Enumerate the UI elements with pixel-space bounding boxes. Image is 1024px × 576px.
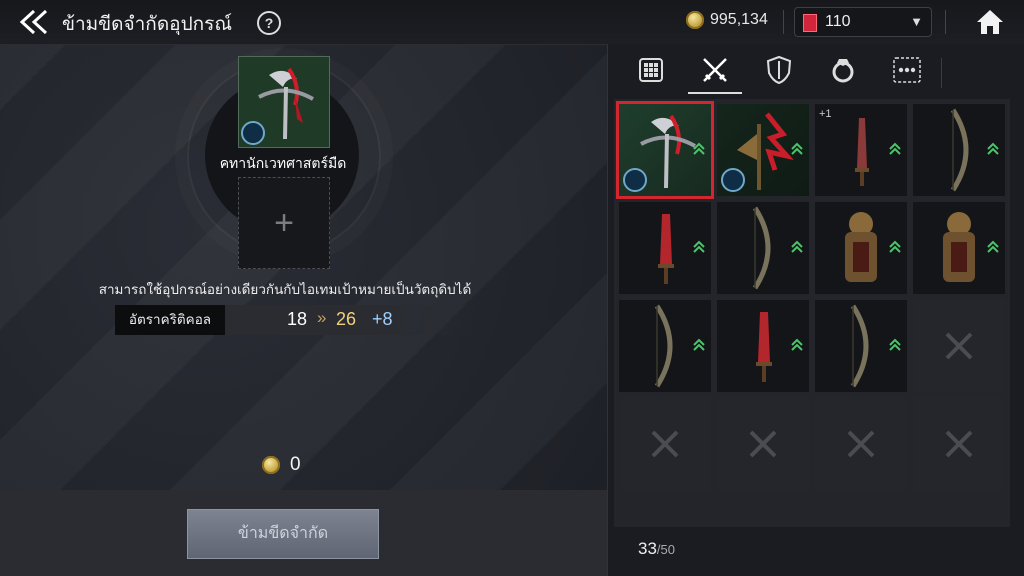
empty-weapon-slot — [815, 398, 907, 490]
crossed-swords-placeholder-icon — [945, 332, 973, 360]
tab-weapons[interactable] — [688, 48, 742, 94]
upgrade-arrow-icon — [791, 338, 803, 351]
home-icon — [977, 10, 1003, 34]
upgrade-arrow-icon — [693, 338, 705, 351]
inventory-item-sword[interactable]: +1 — [815, 104, 907, 196]
gold-coin-icon — [262, 456, 280, 474]
stat-increase: +8 — [372, 309, 393, 329]
crossed-swords-placeholder-icon — [651, 430, 679, 458]
stat-arrow-icon: » — [317, 308, 327, 327]
upgrade-arrow-icon — [791, 240, 803, 253]
back-button[interactable] — [18, 8, 52, 36]
tab-accessories[interactable] — [816, 48, 870, 92]
divider — [783, 10, 784, 34]
crossed-swords-icon — [703, 58, 727, 82]
tab-all[interactable] — [624, 48, 678, 92]
ruby-gem-icon — [803, 14, 817, 32]
inventory-grid: +1 — [614, 99, 1010, 527]
inventory-count: 33/50 — [638, 539, 675, 559]
dropdown-arrow-icon: ▼ — [910, 14, 923, 29]
crossed-swords-placeholder-icon — [749, 430, 777, 458]
upgrade-arrow-icon — [693, 142, 705, 155]
divider — [945, 10, 946, 34]
double-chevron-left-icon — [19, 9, 48, 35]
class-badge-icon — [721, 168, 745, 192]
inventory-item-bow[interactable] — [717, 202, 809, 294]
target-item-slot[interactable] — [238, 56, 330, 148]
enhance-level: +1 — [819, 108, 832, 120]
stat-to: 26 — [336, 309, 357, 329]
gold-coin-icon — [686, 11, 704, 29]
crossed-swords-placeholder-icon — [847, 430, 875, 458]
upgrade-arrow-icon — [693, 240, 705, 253]
category-tabs — [620, 48, 960, 94]
empty-weapon-slot — [619, 398, 711, 490]
upgrade-arrow-icon — [987, 240, 999, 253]
material-slot[interactable]: + — [238, 177, 330, 269]
gold-display: 995,134 — [686, 11, 768, 29]
inventory-max: /50 — [656, 542, 675, 557]
home-button[interactable] — [975, 8, 1005, 36]
ring-icon — [832, 59, 854, 83]
inventory-item-shield[interactable] — [815, 202, 907, 294]
stat-from: 18 — [287, 309, 308, 329]
limit-break-button[interactable]: ข้ามขีดจำกัด — [187, 509, 379, 559]
inventory-item-shield[interactable] — [913, 202, 1005, 294]
tab-armor[interactable] — [752, 48, 806, 92]
grid-icon — [639, 58, 663, 82]
inventory-item-sword[interactable] — [717, 300, 809, 392]
inventory-item-axe[interactable] — [717, 104, 809, 196]
gem-dropdown[interactable]: 110 ▼ — [794, 7, 932, 37]
empty-weapon-slot — [913, 300, 1005, 392]
inventory-item-sword[interactable] — [619, 202, 711, 294]
plus-icon: + — [274, 204, 294, 242]
upgrade-arrow-icon — [791, 142, 803, 155]
help-icon[interactable]: ? — [257, 11, 281, 35]
crossed-swords-placeholder-icon — [945, 430, 973, 458]
class-badge-icon — [623, 168, 647, 192]
cost-amount: 0 — [290, 454, 301, 475]
upgrade-arrow-icon — [889, 142, 901, 155]
inventory-item-bow[interactable] — [815, 300, 907, 392]
stat-label: อัตราคริติคอล — [115, 305, 225, 335]
stat-row: อัตราคริติคอล 18 » 26 +8 — [115, 305, 475, 335]
inventory-item-staff[interactable] — [616, 101, 714, 199]
class-badge-icon — [241, 121, 265, 145]
divider — [941, 58, 942, 88]
info-text: สามารถใช้อุปกรณ์อย่างเดียวกันกับไอเทมเป้… — [98, 282, 472, 297]
tab-more[interactable] — [880, 48, 934, 92]
inventory-current: 33 — [638, 539, 657, 558]
inventory-item-bow[interactable] — [619, 300, 711, 392]
more-icon — [893, 57, 921, 83]
gold-amount: 995,134 — [710, 11, 768, 28]
cost-display: 0 — [262, 454, 301, 476]
gem-amount: 110 — [825, 13, 851, 30]
inventory-item-bow[interactable] — [913, 104, 1005, 196]
empty-weapon-slot — [913, 398, 1005, 490]
upgrade-arrow-icon — [889, 338, 901, 351]
page-title: ข้ามขีดจำกัดอุปกรณ์ — [62, 14, 232, 35]
empty-weapon-slot — [717, 398, 809, 490]
target-item-name: คทานักเวทศาสตร์มืด — [219, 155, 347, 171]
upgrade-arrow-icon — [889, 240, 901, 253]
shield-icon — [766, 55, 792, 85]
upgrade-arrow-icon — [987, 142, 999, 155]
